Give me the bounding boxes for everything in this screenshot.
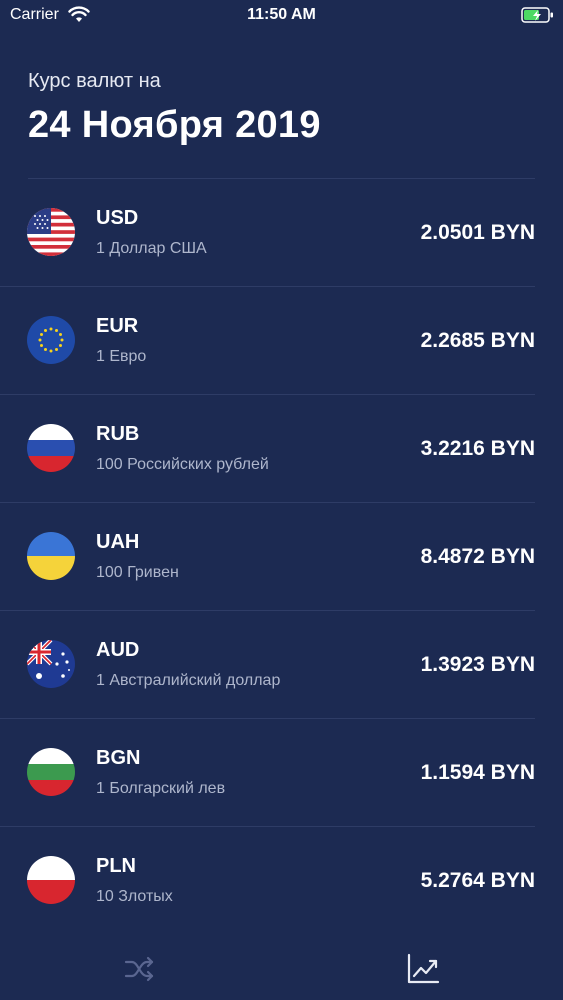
- tab-bar: [0, 935, 563, 1000]
- rates-subtitle: Курс валют на: [28, 70, 161, 92]
- currency-name: 100 Российских рублей: [96, 456, 269, 473]
- page-title: 24 Ноября 2019: [28, 104, 321, 146]
- ru-flag-icon: [27, 424, 75, 472]
- currency-row-uah[interactable]: UAH 100 Гривен 8.4872 BYN: [0, 503, 535, 611]
- eu-flag-icon: [27, 316, 75, 364]
- currency-code: EUR: [96, 315, 139, 337]
- chart-icon[interactable]: [403, 949, 443, 989]
- status-time: 11:50 AM: [247, 6, 316, 23]
- currency-rate: 2.2685 BYN: [420, 329, 535, 352]
- au-flag-icon: [27, 640, 75, 688]
- us-flag-icon: [27, 208, 75, 256]
- status-bar: Carrier 11:50 AM: [0, 0, 563, 30]
- currency-code: UAH: [96, 531, 140, 553]
- currency-code: BGN: [96, 747, 141, 769]
- currency-code: AUD: [96, 639, 140, 661]
- shuffle-icon[interactable]: [120, 949, 160, 989]
- currency-rate: 1.1594 BYN: [420, 761, 535, 784]
- currency-name: 1 Евро: [96, 348, 147, 365]
- currency-name: 1 Доллар США: [96, 240, 207, 257]
- pl-flag-icon: [27, 856, 75, 904]
- currency-list: USD 1 Доллар США 2.0501 BYN EUR 1 Евро 2…: [0, 179, 563, 934]
- currency-name: 10 Злотых: [96, 888, 173, 905]
- currency-code: USD: [96, 207, 139, 229]
- currency-name: 1 Болгарский лев: [96, 780, 226, 797]
- currency-code: RUB: [96, 423, 140, 445]
- currency-rate: 2.0501 BYN: [420, 221, 535, 244]
- currency-row-aud[interactable]: AUD 1 Австралийский доллар 1.3923 BYN: [0, 611, 535, 719]
- currency-row-rub[interactable]: RUB 100 Российских рублей 3.2216 BYN: [0, 395, 535, 503]
- currency-rate: 5.2764 BYN: [420, 869, 535, 892]
- currency-name: 1 Австралийский доллар: [96, 672, 281, 689]
- currency-name: 100 Гривен: [96, 564, 179, 581]
- currency-rate: 8.4872 BYN: [420, 545, 535, 568]
- currency-row-bgn[interactable]: BGN 1 Болгарский лев 1.1594 BYN: [0, 719, 535, 827]
- currency-row-pln[interactable]: PLN 10 Злотых 5.2764 BYN: [0, 827, 535, 934]
- ua-flag-icon: [27, 532, 75, 580]
- currency-row-usd[interactable]: USD 1 Доллар США 2.0501 BYN: [0, 179, 535, 287]
- currency-code: PLN: [96, 855, 136, 877]
- battery-charging-icon: [521, 6, 555, 24]
- currency-rate: 3.2216 BYN: [420, 437, 535, 460]
- currency-rate: 1.3923 BYN: [420, 653, 535, 676]
- currency-row-eur[interactable]: EUR 1 Евро 2.2685 BYN: [0, 287, 535, 395]
- bg-flag-icon: [27, 748, 75, 796]
